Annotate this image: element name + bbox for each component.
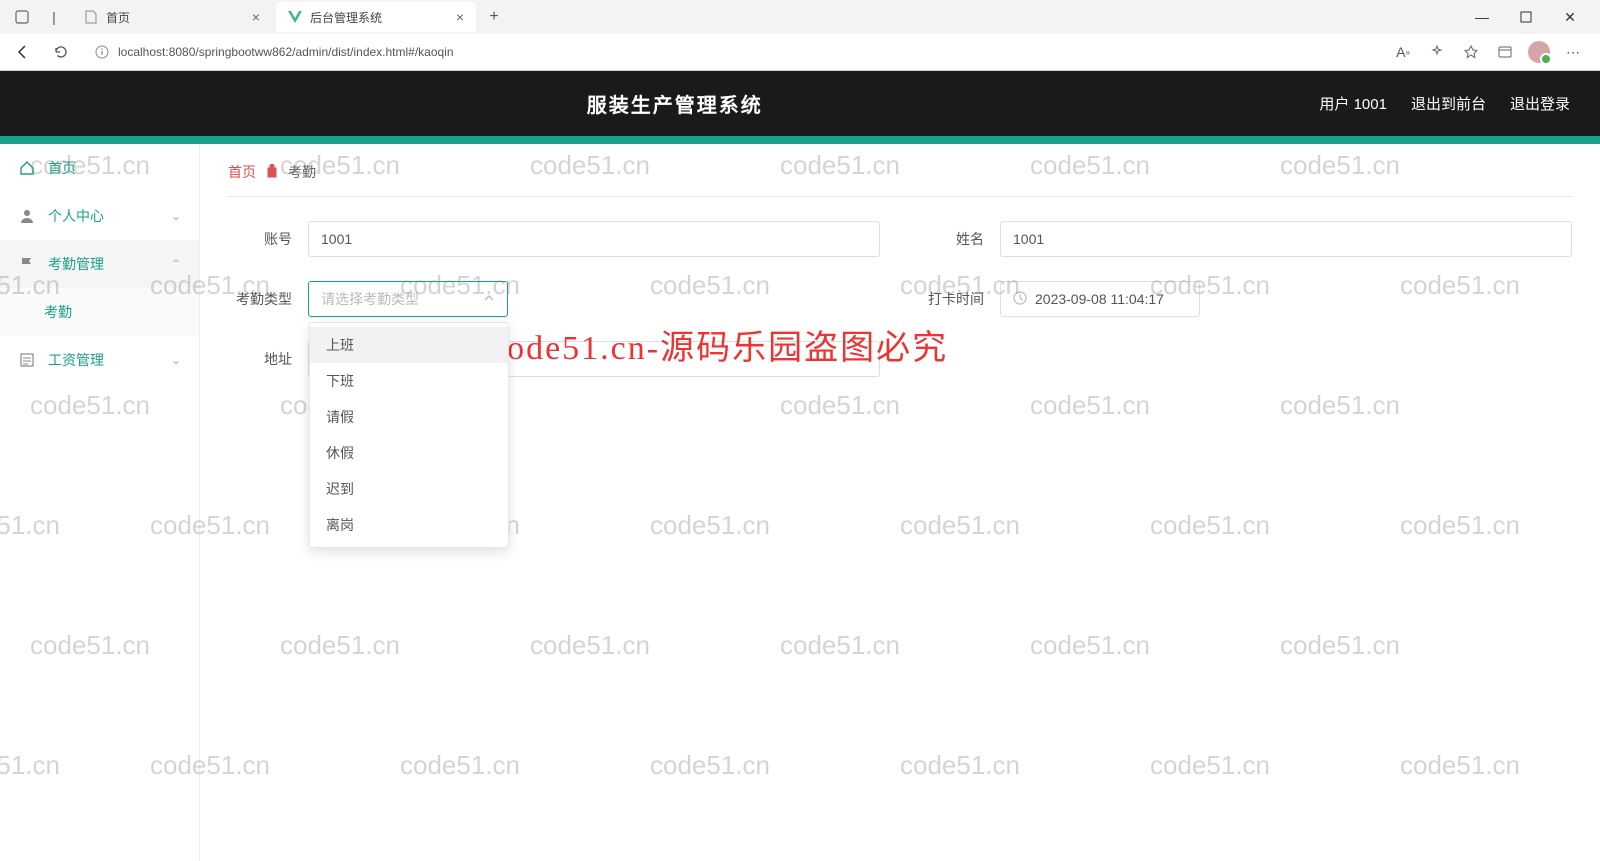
tab-label: 后台管理系统 [310, 9, 382, 26]
toolbar-right: A» ⋯ [1392, 41, 1592, 63]
star-sparkle-icon[interactable] [1426, 41, 1448, 63]
favorites-icon[interactable] [1460, 41, 1482, 63]
time-input[interactable]: 2023-09-08 11:04:17 [1000, 281, 1200, 317]
time-label: 打卡时间 [920, 289, 1000, 309]
time-value: 2023-09-08 11:04:17 [1035, 291, 1164, 307]
type-dropdown: 上班 下班 请假 休假 迟到 离岗 [309, 322, 509, 548]
minimize-button[interactable]: — [1460, 2, 1504, 32]
close-icon[interactable]: × [456, 9, 464, 25]
site-info-icon[interactable] [94, 44, 110, 60]
type-placeholder: 请选择考勤类型 [321, 289, 419, 309]
main: 首页 个人中心 ⌄ 考勤管理 ⌃ 考勤 工资管理 ⌄ [0, 144, 1600, 861]
window-controls: — ✕ [1460, 2, 1592, 32]
url-field[interactable]: localhost:8080/springbootww862/admin/dis… [84, 38, 1384, 66]
user-icon [18, 207, 36, 225]
sidebar-item-salary-mgmt[interactable]: 工资管理 ⌄ [0, 336, 199, 384]
form-row-time: 打卡时间 2023-09-08 11:04:17 [920, 281, 1572, 317]
address-label: 地址 [228, 349, 308, 369]
form-row-type: 考勤类型 请选择考勤类型 上班 下班 请假 休假 迟到 离岗 [228, 281, 880, 317]
home-icon [18, 159, 36, 177]
type-option[interactable]: 离岗 [310, 507, 508, 543]
checklist-icon [18, 351, 36, 369]
chevron-down-icon: ⌄ [171, 353, 181, 367]
breadcrumb-bag-icon [266, 164, 278, 181]
name-input[interactable] [1000, 221, 1572, 257]
sidebar-label: 个人中心 [48, 206, 104, 226]
accent-strip [0, 136, 1600, 144]
clock-icon [1013, 291, 1027, 308]
breadcrumb-home[interactable]: 首页 [228, 162, 256, 182]
vue-icon [288, 10, 302, 24]
type-option[interactable]: 休假 [310, 435, 508, 471]
sidebar-label: 工资管理 [48, 350, 104, 370]
tab-label: 首页 [106, 9, 130, 26]
sidebar-item-attendance-mgmt[interactable]: 考勤管理 ⌃ [0, 240, 199, 288]
account-input[interactable] [308, 221, 880, 257]
browser-chrome: | 首页 × 后台管理系统 × + — ✕ [0, 0, 1600, 71]
form: 账号 姓名 考勤类型 请选择考勤类型 上班 [228, 221, 1572, 377]
tabs-overview-icon[interactable] [14, 9, 30, 25]
name-label: 姓名 [920, 229, 1000, 249]
type-option[interactable]: 下班 [310, 363, 508, 399]
form-row-name: 姓名 [920, 221, 1572, 257]
page-icon [84, 10, 98, 24]
app-header: 服装生产管理系统 用户 1001 退出到前台 退出登录 [0, 71, 1600, 136]
sidebar-item-personal[interactable]: 个人中心 ⌄ [0, 192, 199, 240]
type-option[interactable]: 请假 [310, 399, 508, 435]
type-option[interactable]: 上班 [310, 327, 508, 363]
close-window-button[interactable]: ✕ [1548, 2, 1592, 32]
sidebar-item-attendance[interactable]: 考勤 [0, 288, 199, 336]
tab-divider: | [46, 9, 62, 25]
breadcrumb-current: 考勤 [288, 162, 316, 182]
account-field[interactable] [321, 231, 867, 247]
exit-front-link[interactable]: 退出到前台 [1411, 93, 1486, 114]
close-icon[interactable]: × [252, 9, 260, 25]
divider [228, 196, 1572, 197]
account-label: 账号 [228, 229, 308, 249]
collections-icon[interactable] [1494, 41, 1516, 63]
address-bar: localhost:8080/springbootww862/admin/dis… [0, 34, 1600, 70]
content: 首页 考勤 账号 姓名 考勤类型 请选 [200, 144, 1600, 861]
back-button[interactable] [8, 37, 38, 67]
tab-home[interactable]: 首页 × [72, 2, 272, 32]
type-select[interactable]: 请选择考勤类型 上班 下班 请假 休假 迟到 离岗 [308, 281, 508, 317]
profile-avatar[interactable] [1528, 41, 1550, 63]
tab-bar: | 首页 × 后台管理系统 × + — ✕ [0, 0, 1600, 34]
header-right: 用户 1001 退出到前台 退出登录 [1319, 93, 1570, 114]
sidebar-item-home[interactable]: 首页 [0, 144, 199, 192]
logout-link[interactable]: 退出登录 [1510, 93, 1570, 114]
sidebar-label: 首页 [48, 158, 76, 178]
url-text: localhost:8080/springbootww862/admin/dis… [118, 45, 454, 59]
flag-icon [18, 255, 36, 273]
type-option[interactable]: 迟到 [310, 471, 508, 507]
chevron-up-icon [483, 291, 495, 307]
form-row-account: 账号 [228, 221, 880, 257]
more-icon[interactable]: ⋯ [1562, 41, 1584, 63]
user-label[interactable]: 用户 1001 [1319, 93, 1387, 114]
refresh-button[interactable] [46, 37, 76, 67]
chevron-up-icon: ⌃ [171, 257, 181, 271]
app-title: 服装生产管理系统 [30, 89, 1319, 118]
type-label: 考勤类型 [228, 289, 308, 309]
sidebar-label: 考勤 [44, 302, 72, 322]
maximize-button[interactable] [1504, 2, 1548, 32]
breadcrumb: 首页 考勤 [228, 162, 1572, 182]
name-field[interactable] [1013, 231, 1559, 247]
sidebar: 首页 个人中心 ⌄ 考勤管理 ⌃ 考勤 工资管理 ⌄ [0, 144, 200, 861]
new-tab-button[interactable]: + [480, 3, 508, 31]
chevron-down-icon: ⌄ [171, 209, 181, 223]
tab-admin[interactable]: 后台管理系统 × [276, 2, 476, 32]
sidebar-label: 考勤管理 [48, 254, 104, 274]
read-aloud-icon[interactable]: A» [1392, 41, 1414, 63]
